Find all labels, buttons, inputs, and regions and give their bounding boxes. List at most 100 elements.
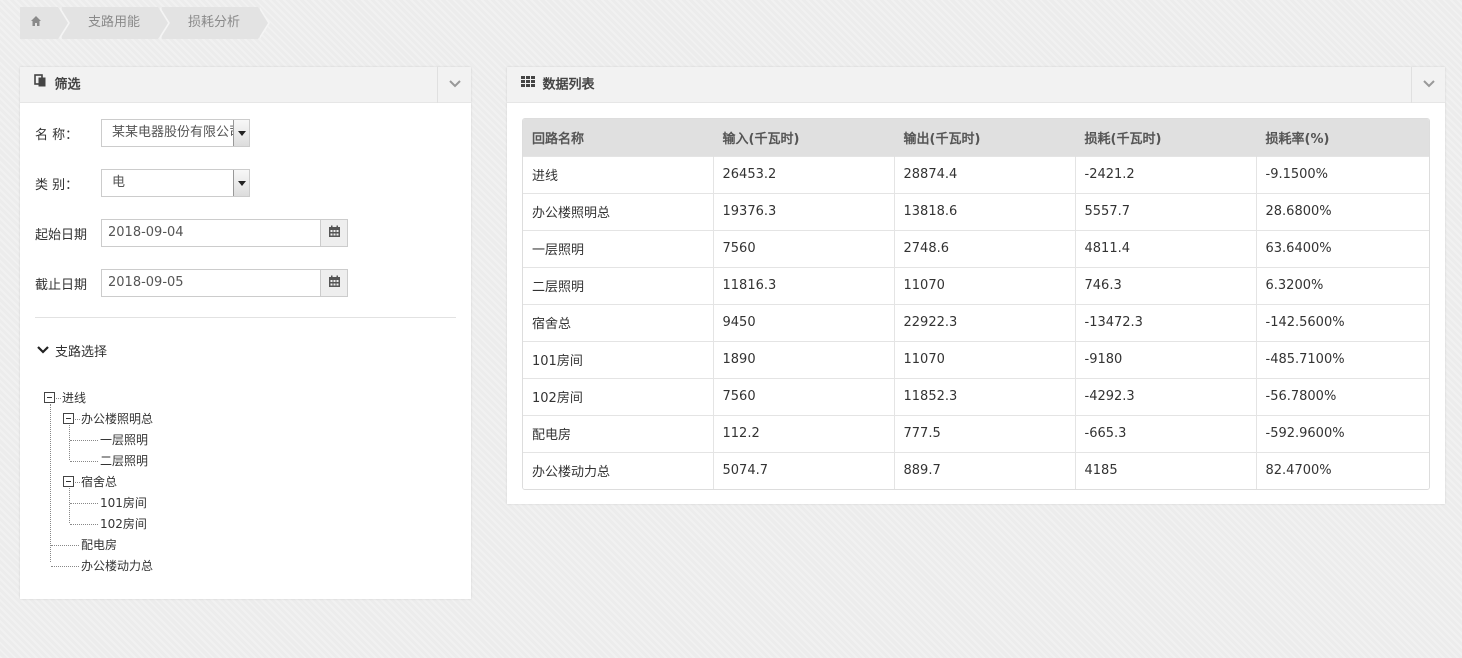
table-row[interactable]: 进线 26453.2 28874.4 -2421.2 -9.1500% (523, 155, 1429, 193)
table-cell: 7560 (712, 377, 894, 415)
start-date-input[interactable]: 2018-09-04 (101, 219, 321, 247)
tree-node-label[interactable]: 配电房 (81, 537, 117, 553)
tree-node-label[interactable]: 进线 (62, 390, 86, 406)
table-row[interactable]: 宿舍总 9450 22922.3 -13472.3 -142.5600% (523, 303, 1429, 341)
table-cell: 5074.7 (712, 451, 894, 489)
tree-node-label[interactable]: 办公楼照明总 (81, 411, 153, 427)
table-row[interactable]: 办公楼动力总 5074.7 889.7 4185 82.4700% (523, 451, 1429, 489)
end-date-input[interactable]: 2018-09-05 (101, 269, 321, 297)
table-row[interactable]: 二层照明 11816.3 11070 746.3 6.3200% (523, 266, 1429, 304)
tree-node-label[interactable]: 102房间 (100, 516, 147, 532)
name-label: 名 称： (35, 127, 79, 143)
collapse-icon[interactable] (63, 476, 74, 487)
table-cell: 办公楼动力总 (523, 451, 713, 489)
chevron-down-icon (448, 67, 461, 103)
table-cell: 112.2 (712, 414, 894, 452)
table-cell: 6.3200% (1255, 266, 1429, 304)
table-cell: 办公楼照明总 (523, 192, 713, 230)
table-cell: 11070 (893, 266, 1075, 304)
table-cell: -9180 (1074, 340, 1256, 378)
table-cell: -13472.3 (1074, 303, 1256, 341)
collapse-icon[interactable] (63, 413, 74, 424)
table-cell: 一层照明 (523, 229, 713, 267)
filter-collapse-button[interactable] (437, 67, 471, 103)
type-select-value: 电 (112, 175, 126, 190)
table-row[interactable]: 配电房 112.2 777.5 -665.3 -592.9600% (523, 414, 1429, 452)
table-cell: 102房间 (523, 377, 713, 415)
start-date-picker-button[interactable] (321, 219, 348, 247)
tree-node-label[interactable]: 101房间 (100, 495, 147, 511)
table-cell: 19376.3 (712, 192, 894, 230)
table-cell: -56.7800% (1255, 377, 1429, 415)
tree-node-label[interactable]: 办公楼动力总 (81, 558, 153, 574)
column-header[interactable]: 损耗(千瓦时) (1074, 119, 1256, 156)
filter-panel-title: 筛选 (54, 77, 81, 93)
table-cell: 2748.6 (893, 229, 1075, 267)
data-panel: 数据列表 回路名称 输入(千瓦时) 输出(千瓦时) 损耗(千瓦时) 损耗率(%)… (507, 67, 1445, 504)
grid-icon (521, 66, 535, 102)
name-select[interactable]: 某某电器股份有限公司 (101, 119, 250, 147)
type-label: 类 别： (35, 177, 79, 193)
calendar-icon (328, 275, 341, 292)
breadcrumb-home[interactable] (20, 7, 70, 39)
table-cell: 4811.4 (1074, 229, 1256, 267)
data-collapse-button[interactable] (1411, 67, 1445, 103)
table-cell: 进线 (523, 155, 713, 193)
table-row[interactable]: 102房间 7560 11852.3 -4292.3 -56.7800% (523, 377, 1429, 415)
column-header[interactable]: 输出(千瓦时) (893, 119, 1075, 156)
branch-select-toggle[interactable]: 支路选择 (37, 341, 107, 360)
table-cell: 配电房 (523, 414, 713, 452)
breadcrumb-item-branch-energy[interactable]: 支路用能 (62, 7, 171, 39)
table-cell: 宿舍总 (523, 303, 713, 341)
table-header-row: 回路名称 输入(千瓦时) 输出(千瓦时) 损耗(千瓦时) 损耗率(%) (523, 119, 1429, 156)
table-cell: 889.7 (893, 451, 1075, 489)
table-cell: 82.4700% (1255, 451, 1429, 489)
data-table: 回路名称 输入(千瓦时) 输出(千瓦时) 损耗(千瓦时) 损耗率(%) 进线 26… (523, 119, 1429, 489)
collapse-icon[interactable] (44, 392, 55, 403)
breadcrumb-item-loss-analysis[interactable]: 损耗分析 (162, 7, 271, 39)
table-row[interactable]: 办公楼照明总 19376.3 13818.6 5557.7 28.6800% (523, 192, 1429, 230)
branch-select-title: 支路选择 (55, 345, 108, 360)
column-header[interactable]: 回路名称 (523, 119, 713, 156)
table-cell: 4185 (1074, 451, 1256, 489)
end-date-row: 截止日期 2018-09-05 (35, 269, 348, 297)
table-cell: 746.3 (1074, 266, 1256, 304)
column-header[interactable]: 输入(千瓦时) (712, 119, 894, 156)
copy-icon (34, 66, 47, 102)
table-cell: 28874.4 (893, 155, 1075, 193)
breadcrumb: 支路用能 损耗分析 (20, 7, 271, 39)
filter-panel-header: 筛选 (20, 67, 471, 103)
table-cell: -142.5600% (1255, 303, 1429, 341)
table-cell: 28.6800% (1255, 192, 1429, 230)
table-cell: -2421.2 (1074, 155, 1256, 193)
data-panel-title: 数据列表 (542, 77, 595, 93)
table-cell: -665.3 (1074, 414, 1256, 452)
table-cell: 11816.3 (712, 266, 894, 304)
tree-node-label[interactable]: 二层照明 (100, 453, 148, 469)
divider (35, 317, 456, 318)
chevron-down-icon[interactable] (233, 170, 249, 196)
table-cell: 22922.3 (893, 303, 1075, 341)
home-icon (30, 8, 42, 26)
data-panel-header: 数据列表 (507, 67, 1445, 103)
column-header[interactable]: 损耗率(%) (1255, 119, 1429, 156)
chevron-down-icon (37, 343, 49, 358)
calendar-icon (328, 225, 341, 242)
table-row[interactable]: 一层照明 7560 2748.6 4811.4 63.6400% (523, 229, 1429, 267)
start-date-row: 起始日期 2018-09-04 (35, 219, 348, 247)
table-cell: 13818.6 (893, 192, 1075, 230)
filter-panel: 筛选 名 称： 某某电器股份有限公司 类 别： 电 起始日期 2018-09-0… (20, 67, 471, 599)
end-date-picker-button[interactable] (321, 269, 348, 297)
table-cell: 101房间 (523, 340, 713, 378)
data-table-wrapper: 回路名称 输入(千瓦时) 输出(千瓦时) 损耗(千瓦时) 损耗率(%) 进线 26… (522, 118, 1430, 490)
table-cell: 11070 (893, 340, 1075, 378)
tree-node-label[interactable]: 宿舍总 (81, 474, 117, 490)
chevron-down-icon[interactable] (233, 120, 249, 146)
tree-node-label[interactable]: 一层照明 (100, 432, 148, 448)
table-row[interactable]: 101房间 1890 11070 -9180 -485.7100% (523, 340, 1429, 378)
table-cell: 7560 (712, 229, 894, 267)
table-cell: -4292.3 (1074, 377, 1256, 415)
table-cell: -9.1500% (1255, 155, 1429, 193)
type-select[interactable]: 电 (101, 169, 250, 197)
end-date-label: 截止日期 (35, 277, 88, 293)
